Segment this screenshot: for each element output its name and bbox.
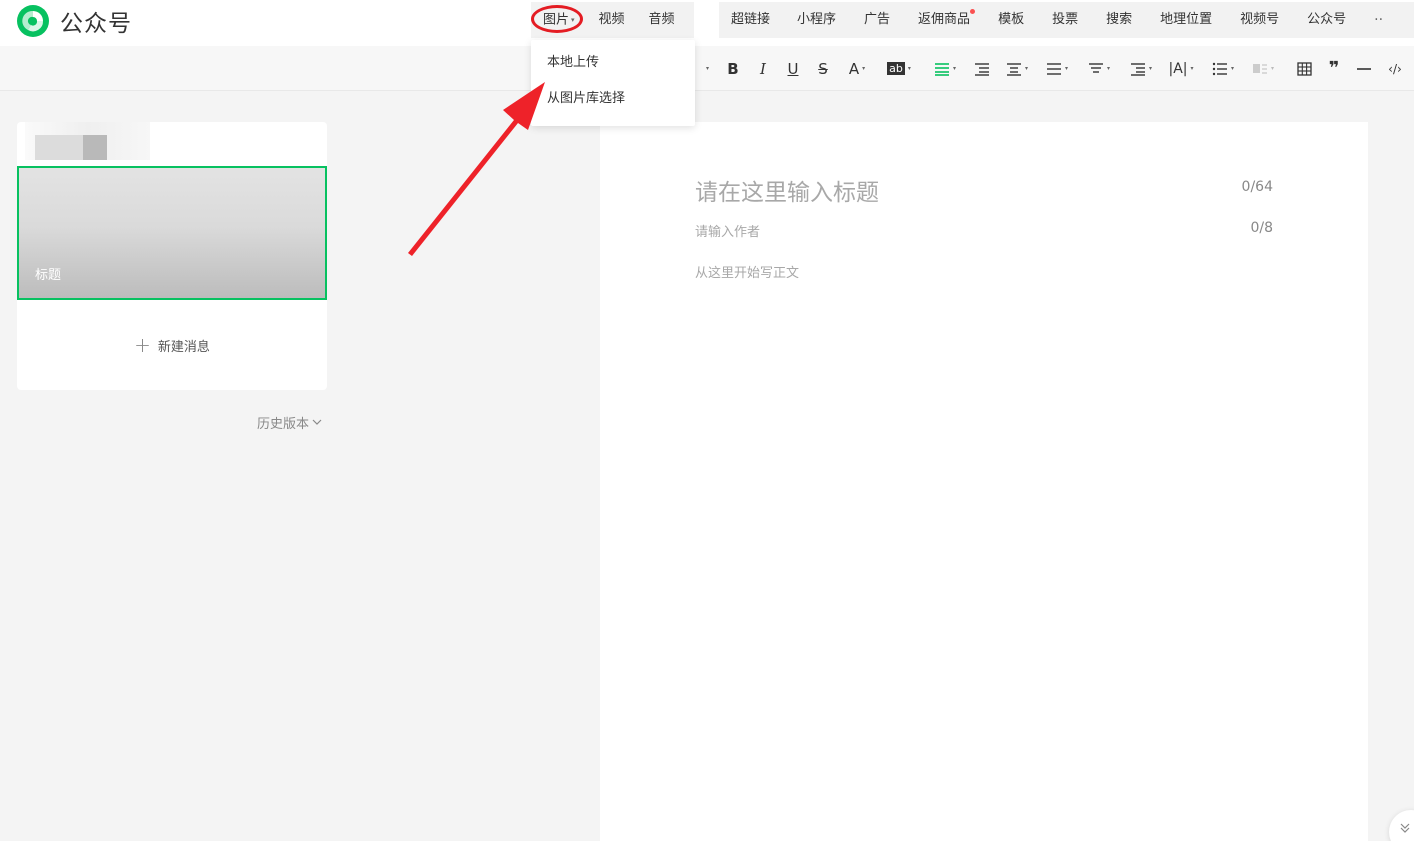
more-icon[interactable]: ·· — [1374, 2, 1383, 38]
paragraph-spacing-icon[interactable]: ▾ — [1040, 46, 1074, 91]
history-version-label: 历史版本 — [257, 417, 310, 432]
local-upload-item[interactable]: 本地上传 — [531, 48, 695, 84]
chevron-down-icon — [312, 419, 322, 425]
font-color-label: A — [848, 59, 860, 78]
image-menu-label: 图片 — [543, 12, 570, 28]
notification-dot — [970, 9, 976, 14]
commission-goods-button[interactable]: 返佣商品 — [918, 2, 976, 38]
list-icon[interactable]: ▾ — [1206, 46, 1240, 91]
author-char-count: 0/8 — [1250, 220, 1273, 236]
quote-icon[interactable]: ❞ — [1322, 46, 1346, 91]
video-button[interactable]: 视频 — [587, 2, 637, 38]
template-button[interactable]: 模板 — [998, 2, 1024, 38]
letter-spacing-icon[interactable]: |A| ▾ — [1164, 46, 1198, 91]
underline-button[interactable]: U — [782, 46, 804, 91]
image-dropdown-menu: 本地上传 从图片库选择 — [531, 40, 695, 126]
font-color-button[interactable]: A ▾ — [842, 46, 872, 91]
indent-left-icon[interactable] — [970, 46, 994, 91]
top-bar: 公众号 图片 ▾ 视频 音频 超链接 小程序 广告 返佣商品 模板 投票 搜索 地… — [0, 0, 1414, 46]
highlight-button[interactable]: ab ▾ — [882, 46, 916, 91]
ad-button[interactable]: 广告 — [864, 2, 890, 38]
plus-icon: + — [134, 333, 151, 357]
highlight-label: ab — [887, 62, 905, 75]
author-input[interactable]: 请输入作者 — [695, 221, 760, 240]
align-center-icon[interactable]: ▾ — [1000, 46, 1034, 91]
line-height-icon[interactable]: ▾ — [1082, 46, 1116, 91]
commission-goods-label: 返佣商品 — [918, 12, 971, 27]
body-input[interactable]: 从这里开始写正文 — [695, 262, 799, 281]
float-icon[interactable]: ▾ — [1246, 46, 1280, 91]
code-icon[interactable]: ‹/› — [1382, 46, 1408, 91]
wechat-official-account-logo-icon — [17, 5, 49, 37]
title-char-count: 0/64 — [1241, 179, 1273, 195]
italic-button[interactable]: I — [752, 46, 774, 91]
caret-down-icon: ▾ — [571, 16, 575, 24]
double-chevron-down-icon — [1400, 823, 1410, 833]
align-justify-icon[interactable]: ▾ — [928, 46, 962, 91]
search-button[interactable]: 搜索 — [1106, 2, 1132, 38]
app-title: 公众号 — [60, 11, 132, 37]
official-account-button[interactable]: 公众号 — [1307, 2, 1346, 38]
article-list-panel: 标题 + 新建消息 — [17, 122, 327, 390]
bold-button[interactable]: B — [722, 46, 744, 91]
indent-icon[interactable]: ▾ — [1124, 46, 1158, 91]
dropdown-caret-icon[interactable]: ▾ — [696, 46, 716, 91]
account-name-blurred — [35, 135, 83, 160]
vote-button[interactable]: 投票 — [1052, 2, 1078, 38]
channels-button[interactable]: 视频号 — [1240, 2, 1279, 38]
audio-button[interactable]: 音频 — [637, 2, 687, 38]
insert-menu-group: 超链接 小程序 广告 返佣商品 模板 投票 搜索 地理位置 视频号 公众号 ·· — [719, 2, 1414, 38]
image-menu-button[interactable]: 图片 ▾ — [531, 2, 587, 38]
divider-icon[interactable] — [1352, 46, 1376, 91]
scroll-down-button[interactable] — [1389, 810, 1414, 841]
table-icon[interactable] — [1292, 46, 1316, 91]
location-button[interactable]: 地理位置 — [1160, 2, 1212, 38]
title-input[interactable]: 请在这里输入标题 — [695, 173, 879, 207]
format-toolbar: ▾ B I U S A ▾ ab ▾ ▾ ▾ ▾ ▾ ▾ |A| ▾ ▾ ▾ ❞ ‹/… — [0, 46, 1414, 91]
article-card-title: 标题 — [35, 268, 62, 283]
select-from-library-item[interactable]: 从图片库选择 — [531, 84, 695, 120]
new-message-label: 新建消息 — [157, 339, 210, 355]
mini-program-button[interactable]: 小程序 — [797, 2, 836, 38]
history-version-button[interactable]: 历史版本 — [257, 413, 322, 432]
strikethrough-button[interactable]: S — [812, 46, 834, 91]
new-message-button[interactable]: + 新建消息 — [17, 330, 327, 360]
article-card-selected[interactable]: 标题 — [17, 166, 327, 300]
editor-area: 请在这里输入标题 0/64 请输入作者 0/8 从这里开始写正文 — [600, 122, 1368, 841]
logo: 公众号 — [16, 4, 132, 38]
hyperlink-button[interactable]: 超链接 — [731, 2, 770, 38]
media-insert-group: 图片 ▾ 视频 音频 — [531, 2, 694, 38]
account-tag-blurred — [83, 135, 107, 160]
